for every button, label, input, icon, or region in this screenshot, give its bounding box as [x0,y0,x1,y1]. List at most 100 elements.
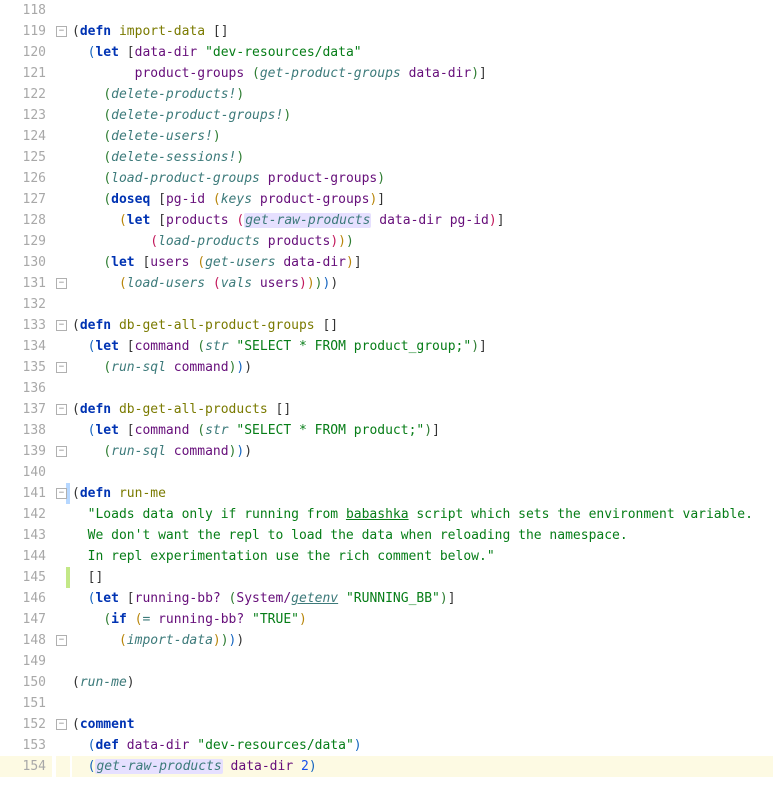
fold-toggle-icon[interactable]: − [56,26,67,37]
code-line[interactable]: (run-me) [72,672,773,693]
code-line[interactable]: (if (= running-bb? "TRUE") [72,609,773,630]
line-number: 154 [0,756,52,777]
fold-cell[interactable]: − [56,714,70,735]
token-br1: ( [72,24,80,39]
code-line[interactable] [72,693,773,714]
code-line[interactable]: (comment [72,714,773,735]
code-area[interactable]: (defn import-data [] (let [data-dir "dev… [70,0,773,787]
token-name: product-groups [268,171,378,186]
code-line[interactable]: (delete-sessions!) [72,147,773,168]
code-line[interactable]: [] [72,567,773,588]
token-br3: ( [103,171,111,186]
fold-toggle-icon[interactable]: − [56,320,67,331]
fold-cell[interactable]: − [56,315,70,336]
token-vec: ] [497,213,505,228]
token-br5: ( [213,276,221,291]
fold-cell[interactable]: − [56,399,70,420]
code-line[interactable]: (load-users (vals users))))) [72,273,773,294]
fold-cell[interactable]: − [56,21,70,42]
token-br5: ) [330,234,338,249]
fold-cell[interactable]: − [56,273,70,294]
fold-toggle-icon[interactable]: − [56,362,67,373]
token-call: delete-products! [111,87,236,102]
token-br4: ) [346,255,354,270]
code-line[interactable] [72,378,773,399]
fold-toggle-icon[interactable]: − [56,635,67,646]
fold-column[interactable]: − − − − − − − − − [56,0,70,787]
code-line[interactable] [72,0,773,21]
code-line[interactable]: (let [command (str "SELECT * FROM produc… [72,420,773,441]
code-line[interactable]: (import-data)))) [72,630,773,651]
token-kw: if [111,612,134,627]
line-number: 126 [0,168,52,189]
fold-toggle-icon[interactable]: − [56,278,67,289]
token-name: products [268,234,331,249]
token-vec: ] [377,192,385,207]
code-line[interactable]: (let [products (get-raw-products data-di… [72,210,773,231]
code-line[interactable]: (run-sql command))) [72,441,773,462]
code-line[interactable]: (let [command (str "SELECT * FROM produc… [72,336,773,357]
code-line[interactable]: (delete-users!) [72,126,773,147]
token-vec: ] [432,423,440,438]
code-line[interactable]: product-groups (get-product-groups data-… [72,63,773,84]
token-br3: ) [236,87,244,102]
code-line[interactable]: (defn run-me [72,483,773,504]
code-line[interactable]: (load-products products))) [72,231,773,252]
code-line[interactable]: (load-product-groups product-groups) [72,168,773,189]
token-vec: ] [354,255,362,270]
code-line[interactable]: (delete-products!) [72,84,773,105]
token-br5: ( [150,234,158,249]
code-line[interactable]: (delete-product-groups!) [72,105,773,126]
line-number: 128 [0,210,52,231]
fold-cell[interactable]: − [56,630,70,651]
fold-cell[interactable]: − [56,441,70,462]
token-call: str [205,423,236,438]
code-line[interactable]: (let [running-bb? (System/getenv "RUNNIN… [72,588,773,609]
fold-toggle-icon[interactable]: − [56,446,67,457]
token-br4: ( [119,633,127,648]
code-line[interactable]: (defn import-data [] [72,21,773,42]
code-line[interactable]: (let [users (get-users data-dir)] [72,252,773,273]
indent [72,171,103,186]
fold-cell[interactable]: − [56,357,70,378]
token-br1: ( [72,717,80,732]
code-line[interactable] [72,651,773,672]
code-line[interactable]: (get-raw-products data-dir 2) [72,756,773,777]
code-line[interactable]: (defn db-get-all-product-groups [] [72,315,773,336]
token-br3: ( [103,150,111,165]
indent [72,213,119,228]
code-line[interactable]: (def data-dir "dev-resources/data") [72,735,773,756]
code-line[interactable]: (let [data-dir "dev-resources/data" [72,42,773,63]
fold-cell[interactable]: − [56,483,70,504]
code-line[interactable]: In repl experimentation use the rich com… [72,546,773,567]
token-fn: db-get-all-product-groups [119,318,323,333]
code-line[interactable]: (doseq [pg-id (keys product-groups)] [72,189,773,210]
code-line[interactable]: "Loads data only if running from babashk… [72,504,773,525]
fold-cell [56,105,70,126]
line-number: 139 [0,441,52,462]
line-number: 143 [0,525,52,546]
line-number: 133 [0,315,52,336]
code-line[interactable] [72,294,773,315]
token-kw: let [111,255,142,270]
indent [72,45,88,60]
token-name: product-groups [260,192,370,207]
token-fn: import-data [119,24,213,39]
fold-toggle-icon[interactable]: − [56,488,67,499]
line-number: 151 [0,693,52,714]
code-line[interactable] [72,462,773,483]
token-br4: ) [299,612,307,627]
token-vec: ] [448,591,456,606]
line-number: 130 [0,252,52,273]
token-br1: ) [244,360,252,375]
token-br3: ) [471,66,479,81]
code-line[interactable]: (defn db-get-all-products [] [72,399,773,420]
code-editor[interactable]: 1181191201211221231241251261271281291301… [0,0,773,787]
token-str-u: babashka [346,507,409,522]
fold-toggle-icon[interactable]: − [56,404,67,415]
token-br1: ( [72,675,80,690]
code-line[interactable]: (run-sql command))) [72,357,773,378]
fold-toggle-icon[interactable]: − [56,719,67,730]
fold-cell [56,126,70,147]
code-line[interactable]: We don't want the repl to load the data … [72,525,773,546]
